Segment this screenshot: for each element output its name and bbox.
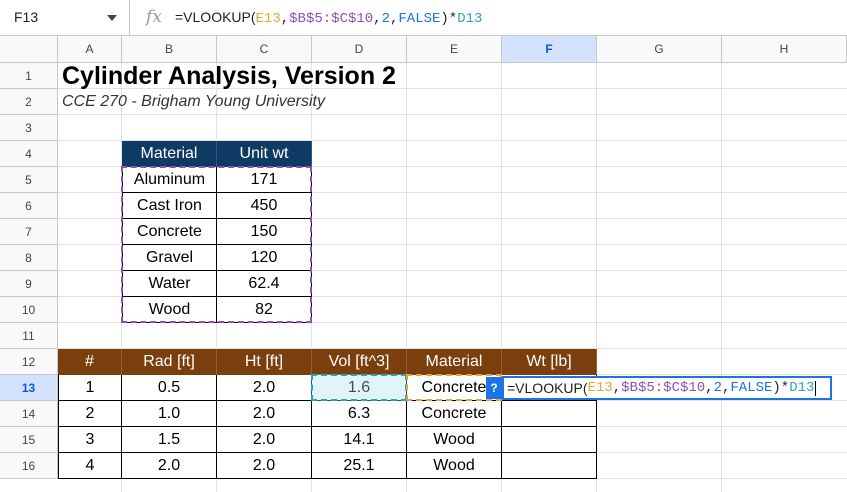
cyl-table-cell[interactable]: 1: [58, 375, 122, 401]
unit-table-weight[interactable]: 120: [217, 245, 312, 271]
row-header-9[interactable]: 9: [0, 271, 58, 297]
column-header-h[interactable]: H: [722, 36, 847, 63]
row-header-5[interactable]: 5: [0, 167, 58, 193]
formula-comma: ,: [373, 11, 382, 27]
row-header-4[interactable]: 4: [0, 141, 58, 167]
formula-false: FALSE: [398, 11, 441, 27]
editor-ref-e13: E13: [587, 380, 613, 396]
cyl-table-cell[interactable]: 2.0: [217, 375, 312, 401]
unit-table-material[interactable]: Concrete: [122, 219, 217, 245]
cyl-table-cell[interactable]: Wood: [407, 453, 502, 479]
editor-comma: ,: [612, 380, 622, 396]
text-cursor: [815, 380, 817, 396]
unit-table-material[interactable]: Gravel: [122, 245, 217, 271]
cyl-table-cell[interactable]: 6.3: [312, 401, 407, 427]
row-header-2[interactable]: 2: [0, 89, 58, 115]
row-header-6[interactable]: 6: [0, 193, 58, 219]
row-header-1[interactable]: 1: [0, 63, 58, 89]
unit-table-header: Material: [122, 141, 217, 167]
name-box[interactable]: F13: [0, 0, 130, 35]
row-header-11[interactable]: 11: [0, 323, 58, 349]
unit-table-material[interactable]: Aluminum: [122, 167, 217, 193]
cyl-table-cell[interactable]: [502, 453, 597, 479]
cyl-table-cell[interactable]: 0.5: [122, 375, 217, 401]
cyl-table-cell[interactable]: 2: [58, 401, 122, 427]
gridline-vertical: [721, 63, 722, 492]
cyl-table-cell[interactable]: Wood: [407, 427, 502, 453]
row-header-14[interactable]: 14: [0, 401, 58, 427]
editor-ref-d13: D13: [789, 380, 815, 396]
row-header-7[interactable]: 7: [0, 219, 58, 245]
cyl-table-header: Wt [lb]: [502, 349, 597, 375]
cyl-table-cell[interactable]: 25.1: [312, 453, 407, 479]
unit-table-material[interactable]: Wood: [122, 297, 217, 323]
unit-table-weight[interactable]: 82: [217, 297, 312, 323]
cyl-table-cell[interactable]: 2.0: [217, 401, 312, 427]
sheet-subtitle: CCE 270 - Brigham Young University: [62, 93, 325, 110]
unit-table-weight[interactable]: 171: [217, 167, 312, 193]
name-box-ref[interactable]: F13: [14, 9, 38, 25]
column-header-g[interactable]: G: [597, 36, 722, 63]
editor-false: FALSE: [730, 380, 773, 396]
select-all-corner[interactable]: [0, 36, 58, 63]
column-header-e[interactable]: E: [407, 36, 502, 63]
unit-table-material[interactable]: Cast Iron: [122, 193, 217, 219]
row-header-15[interactable]: 15: [0, 427, 58, 453]
cyl-table-cell[interactable]: 3: [58, 427, 122, 453]
column-header-d[interactable]: D: [312, 36, 407, 63]
column-header-f[interactable]: F: [502, 36, 597, 63]
unit-table-material[interactable]: Water: [122, 271, 217, 297]
formula-bar: F13 fx =VLOOKUP(E13,$B$5:$C$10,2,FALSE)*…: [0, 0, 847, 36]
editor-comma: ,: [721, 380, 731, 396]
cyl-table-cell[interactable]: [502, 401, 597, 427]
cyl-table-cell[interactable]: 2.0: [122, 453, 217, 479]
row-header-3[interactable]: 3: [0, 115, 58, 141]
cyl-table-cell[interactable]: 14.1: [312, 427, 407, 453]
formula-close: )*: [440, 11, 458, 27]
formula-prefix: =VLOOKUP(: [175, 9, 256, 25]
cyl-table-cell[interactable]: Concrete: [407, 401, 502, 427]
row-header-10[interactable]: 10: [0, 297, 58, 323]
cell-editor-f13[interactable]: =VLOOKUP(E13, $B$5:$C$10, 2, FALSE)* D13: [502, 376, 832, 400]
formula-input[interactable]: =VLOOKUP(E13,$B$5:$C$10,2,FALSE)*D13: [175, 9, 482, 27]
dropdown-caret-icon[interactable]: [107, 15, 117, 21]
sheet-title: Cylinder Analysis, Version 2: [62, 61, 396, 90]
row-header-8[interactable]: 8: [0, 245, 58, 271]
column-header-c[interactable]: C: [217, 36, 312, 63]
formula-ref-range: $B$5:$C$10: [289, 11, 374, 27]
formula-help-icon[interactable]: ?: [486, 377, 502, 399]
cyl-table-cell[interactable]: 1.5: [122, 427, 217, 453]
editor-prefix: =VLOOKUP(: [507, 380, 588, 396]
unit-table-weight[interactable]: 62.4: [217, 271, 312, 297]
formula-ref-e13: E13: [255, 11, 281, 27]
cyl-table-cell[interactable]: 1.0: [122, 401, 217, 427]
cyl-table-cell[interactable]: 4: [58, 453, 122, 479]
cyl-table-header: Ht [ft]: [217, 349, 312, 375]
unit-table-header: Unit wt: [217, 141, 312, 167]
cyl-table-header: Rad [ft]: [122, 349, 217, 375]
unit-table-weight[interactable]: 150: [217, 219, 312, 245]
fx-icon: fx: [146, 7, 162, 27]
cyl-table-cell[interactable]: 1.6: [312, 375, 407, 401]
editor-ref-range: $B$5:$C$10: [621, 380, 706, 396]
formula-ref-d13: D13: [457, 11, 483, 27]
cyl-table-cell[interactable]: 2.0: [217, 453, 312, 479]
editor-col-index: 2: [713, 380, 722, 396]
editor-comma: ,: [705, 380, 714, 396]
column-header-b[interactable]: B: [122, 36, 217, 63]
column-header-a[interactable]: A: [58, 36, 122, 63]
cyl-table-header: Vol [ft^3]: [312, 349, 407, 375]
unit-table-weight[interactable]: 450: [217, 193, 312, 219]
cyl-table-header: Material: [407, 349, 502, 375]
row-header-16[interactable]: 16: [0, 453, 58, 479]
cyl-table-cell[interactable]: [502, 427, 597, 453]
cyl-table-header: #: [58, 349, 122, 375]
editor-close: )*: [772, 380, 790, 396]
formula-col-index: 2: [381, 11, 390, 27]
cyl-table-cell[interactable]: 2.0: [217, 427, 312, 453]
row-header-12[interactable]: 12: [0, 349, 58, 375]
formula-comma: ,: [280, 11, 290, 27]
row-header-13[interactable]: 13: [0, 375, 58, 401]
